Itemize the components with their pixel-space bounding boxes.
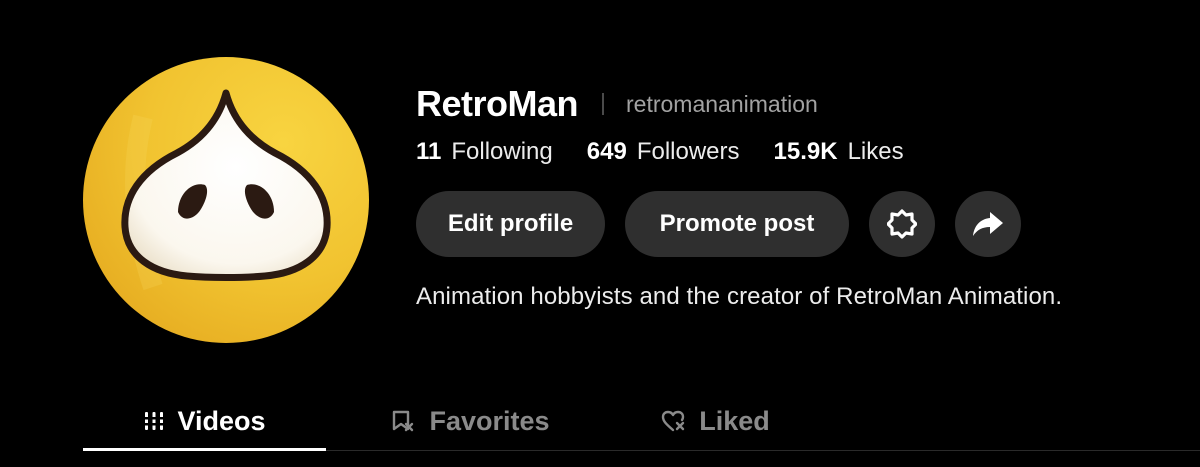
stat-label: Following — [451, 138, 553, 165]
bun-logo-icon — [83, 57, 369, 343]
tab-label: Liked — [699, 405, 770, 436]
avatar[interactable] — [83, 57, 369, 343]
tab-label: Favorites — [429, 405, 550, 436]
profile-bio: Animation hobbyists and the creator of R… — [416, 283, 1063, 310]
promote-post-button[interactable]: Promote post — [625, 191, 849, 257]
profile-tabs: Videos Favorites Liked — [83, 393, 1200, 451]
gear-icon — [887, 209, 917, 239]
tab-videos[interactable]: Videos — [83, 393, 326, 449]
display-name: RetroMan — [416, 83, 579, 124]
heart-icon — [661, 409, 687, 433]
bookmark-icon — [391, 409, 417, 433]
tab-favorites[interactable]: Favorites — [378, 393, 563, 449]
stat-label: Likes — [847, 138, 904, 165]
active-tab-indicator — [83, 448, 326, 451]
tab-liked[interactable]: Liked — [643, 393, 788, 449]
stat-value: 15.9K — [773, 138, 838, 165]
stat-value: 649 — [586, 138, 627, 165]
stat-label: Followers — [636, 138, 740, 165]
profile-stats: 11 Following 649 Followers 15.9K Likes — [416, 138, 1186, 166]
stat-followers[interactable]: 649 Followers — [587, 138, 740, 166]
profile-actions: Edit profile Promote post — [416, 191, 1186, 257]
stat-following[interactable]: 11 Following — [416, 138, 553, 166]
username: retromananimation — [626, 90, 818, 117]
stat-value: 11 — [416, 138, 442, 165]
share-button[interactable] — [955, 191, 1021, 257]
profile-info: RetroMan retromananimation 11 Following … — [416, 80, 1186, 311]
grid-bars-icon — [143, 410, 166, 432]
share-arrow-icon — [973, 212, 1003, 236]
name-row: RetroMan retromananimation — [416, 80, 1186, 128]
settings-button[interactable] — [869, 191, 935, 257]
tab-label: Videos — [177, 405, 266, 436]
edit-profile-button[interactable]: Edit profile — [416, 191, 605, 257]
stat-likes: 15.9K Likes — [774, 138, 904, 166]
name-divider — [602, 93, 605, 115]
